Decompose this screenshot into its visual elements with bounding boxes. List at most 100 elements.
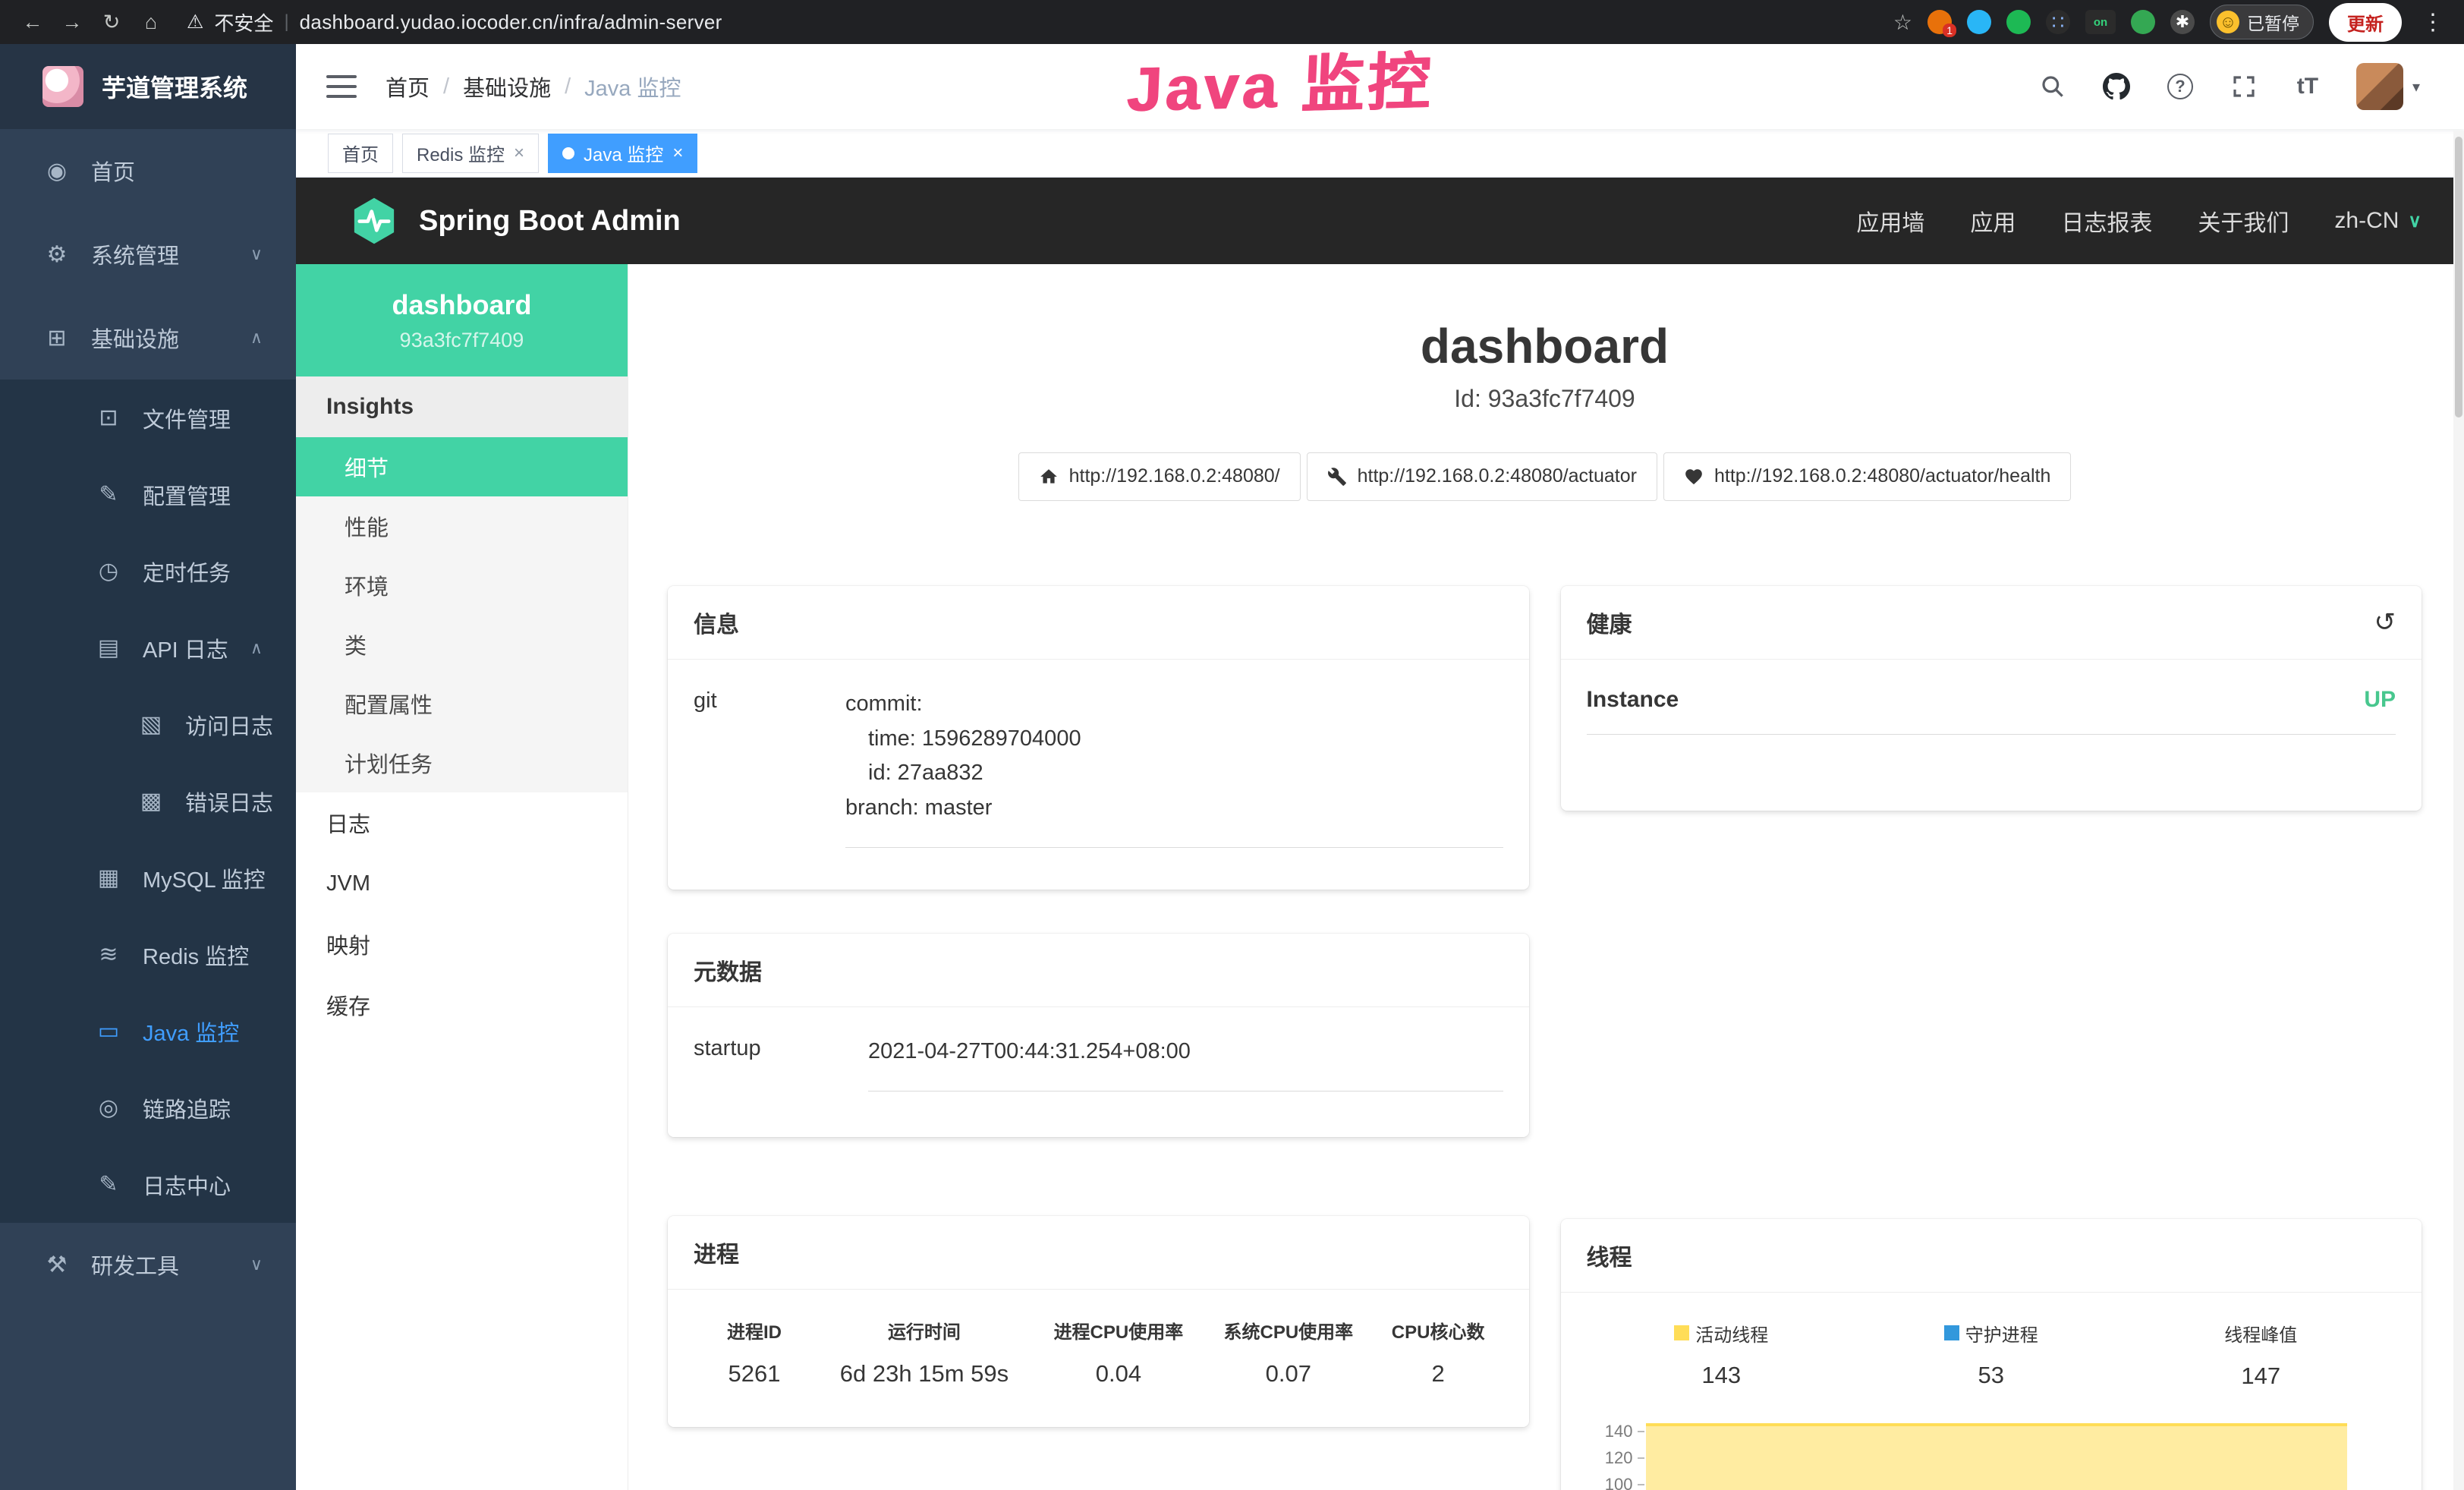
search-icon[interactable] bbox=[2038, 71, 2068, 102]
sidebar-item-redis-monitor[interactable]: ≋ Redis 监控 bbox=[0, 916, 296, 993]
browser-menu-kebab-icon[interactable]: ⋮ bbox=[2417, 9, 2449, 36]
sba-item-scheduled-tasks[interactable]: 计划任务 bbox=[296, 733, 628, 792]
legend-value: 147 bbox=[2126, 1362, 2396, 1390]
file-icon: ⊡ bbox=[94, 405, 123, 431]
user-avatar-menu[interactable]: ▾ bbox=[2356, 63, 2420, 110]
health-instance-row[interactable]: Instance UP bbox=[1587, 687, 2396, 735]
card-title: 元数据 bbox=[694, 953, 762, 987]
sba-body: dashboard 93a3fc7f7409 Insights 细节 性能 环境… bbox=[296, 264, 2464, 1490]
browser-back-button[interactable]: ← bbox=[15, 5, 50, 39]
access-log-icon: ▧ bbox=[137, 711, 165, 738]
scrollbar-thumb[interactable] bbox=[2455, 137, 2462, 417]
sidebar-item-label: 日志中心 bbox=[143, 1169, 231, 1201]
extension-icon-grid[interactable]: ∷ bbox=[2046, 10, 2070, 34]
sba-item-metrics[interactable]: 性能 bbox=[296, 496, 628, 556]
sidebar-item-access-logs[interactable]: ▧ 访问日志 bbox=[0, 686, 296, 763]
fullscreen-icon[interactable] bbox=[2229, 71, 2259, 102]
app-menu: ◉ 首页 ⚙ 系统管理 ∨ ⊞ 基础设施 ∧ ⊡ 文件管理 ✎ 配置管 bbox=[0, 129, 296, 1490]
font-size-icon[interactable]: tT bbox=[2292, 71, 2323, 102]
sidebar-item-system-management[interactable]: ⚙ 系统管理 ∨ bbox=[0, 213, 296, 296]
home-icon bbox=[1039, 467, 1059, 487]
tag-home[interactable]: 首页 bbox=[328, 134, 393, 173]
sidebar-item-log-center[interactable]: ✎ 日志中心 bbox=[0, 1146, 296, 1223]
service-url-link[interactable]: http://192.168.0.2:48080/ bbox=[1018, 452, 1301, 501]
sidebar-item-file-management[interactable]: ⊡ 文件管理 bbox=[0, 380, 296, 456]
live-threads-area-series bbox=[1646, 1423, 2348, 1490]
active-dot bbox=[562, 147, 574, 159]
browser-home-button[interactable]: ⌂ bbox=[134, 5, 168, 39]
spring-boot-admin-logo[interactable] bbox=[349, 196, 399, 246]
sba-nav-applications[interactable]: 应用 bbox=[1970, 204, 2016, 238]
sba-instance-header[interactable]: dashboard 93a3fc7f7409 bbox=[296, 264, 628, 376]
sidebar-item-label: 错误日志 bbox=[185, 786, 273, 817]
legend-live-threads: 活动线程 143 bbox=[1587, 1320, 1857, 1390]
hamburger-icon[interactable] bbox=[326, 75, 357, 98]
sidebar-item-scheduled-tasks[interactable]: ◷ 定时任务 bbox=[0, 533, 296, 610]
sba-item-logs[interactable]: 日志 bbox=[296, 792, 628, 853]
github-icon[interactable] bbox=[2101, 71, 2132, 102]
extension-icon-leaf[interactable] bbox=[2131, 10, 2155, 34]
sidebar-item-label: 链路追踪 bbox=[143, 1092, 231, 1124]
health-card-body: Instance UP bbox=[1561, 660, 2422, 770]
sba-group-insights[interactable]: Insights bbox=[296, 376, 628, 437]
browser-reload-button[interactable]: ↻ bbox=[94, 5, 129, 39]
sba-nav-about[interactable]: 关于我们 bbox=[2198, 204, 2289, 238]
sidebar-item-home[interactable]: ◉ 首页 bbox=[0, 129, 296, 213]
sidebar-item-config-management[interactable]: ✎ 配置管理 bbox=[0, 456, 296, 533]
extension-icon-green-circle[interactable] bbox=[2006, 10, 2031, 34]
tag-java-monitor[interactable]: Java 监控 × bbox=[548, 134, 697, 173]
sidebar-item-label: Redis 监控 bbox=[143, 939, 249, 971]
sidebar-item-api-logs[interactable]: ▤ API 日志 ∧ bbox=[0, 610, 296, 686]
extension-icon-blue-drop[interactable] bbox=[1967, 10, 1991, 34]
sba-locale-select[interactable]: zh-CN ∨ bbox=[2334, 208, 2422, 234]
extension-icon-paw[interactable]: ✱ bbox=[2170, 10, 2195, 34]
browser-forward-button[interactable]: → bbox=[55, 5, 90, 39]
page-scrollbar[interactable] bbox=[2453, 131, 2464, 1490]
bookmark-star-icon[interactable]: ☆ bbox=[1893, 10, 1912, 35]
card-title: 线程 bbox=[1587, 1239, 1632, 1272]
address-bar[interactable]: ⚠ 不安全 | dashboard.yudao.iocoder.cn/infra… bbox=[187, 8, 1889, 36]
metadata-card-body: startup 2021-04-27T00:44:31.254+08:00 bbox=[668, 1007, 1529, 1126]
breadcrumb-infrastructure[interactable]: 基础设施 bbox=[463, 71, 551, 102]
sba-item-jvm[interactable]: JVM bbox=[296, 853, 628, 914]
sidebar-item-link-tracing[interactable]: ◎ 链路追踪 bbox=[0, 1069, 296, 1146]
sba-nav-journal[interactable]: 日志报表 bbox=[2061, 204, 2152, 238]
sba-item-classes[interactable]: 类 bbox=[296, 615, 628, 674]
breadcrumb-home[interactable]: 首页 bbox=[385, 71, 430, 102]
process-card: 进程 进程ID 运行时间 进程CPU使用率 系统CPU使用率 CPU核心数 52… bbox=[668, 1216, 1529, 1427]
history-icon[interactable]: ↺ bbox=[2374, 607, 2396, 638]
sidebar-item-error-logs[interactable]: ▩ 错误日志 bbox=[0, 763, 296, 840]
sba-item-details[interactable]: 细节 bbox=[296, 437, 628, 496]
help-icon[interactable]: ? bbox=[2165, 71, 2195, 102]
sba-nav-wallboard[interactable]: 应用墙 bbox=[1856, 204, 1924, 238]
sba-item-environment[interactable]: 环境 bbox=[296, 556, 628, 615]
tags-bar: 首页 Redis 监控 × Java 监控 × bbox=[296, 129, 2464, 178]
timer-icon: ◷ bbox=[94, 558, 123, 584]
profile-paused-badge[interactable]: ☺ 已暂停 bbox=[2210, 5, 2314, 39]
extension-icon-orange[interactable]: 1 bbox=[1927, 10, 1952, 34]
sidebar-item-label: 研发工具 bbox=[91, 1249, 179, 1281]
sba-brand-title[interactable]: Spring Boot Admin bbox=[419, 205, 681, 238]
app-logo-row[interactable]: 芋道管理系统 bbox=[0, 44, 296, 129]
java-monitor-icon: ▭ bbox=[94, 1018, 123, 1044]
health-url-link[interactable]: http://192.168.0.2:48080/actuator/health bbox=[1663, 452, 2071, 501]
close-icon[interactable]: × bbox=[514, 143, 524, 164]
sba-item-caches[interactable]: 缓存 bbox=[296, 975, 628, 1035]
extension-badge: 1 bbox=[1943, 24, 1956, 37]
sidebar-item-java-monitor[interactable]: ▭ Java 监控 bbox=[0, 993, 296, 1069]
chrome-update-button[interactable]: 更新 bbox=[2329, 3, 2402, 42]
legend-peak-threads: 线程峰值 147 bbox=[2126, 1320, 2396, 1390]
url-text[interactable]: dashboard.yudao.iocoder.cn/infra/admin-s… bbox=[300, 11, 722, 34]
actuator-url-link[interactable]: http://192.168.0.2:48080/actuator bbox=[1307, 452, 1657, 501]
sidebar-item-mysql-monitor[interactable]: ▦ MySQL 监控 bbox=[0, 840, 296, 916]
sba-item-mappings[interactable]: 映射 bbox=[296, 914, 628, 975]
close-icon[interactable]: × bbox=[672, 143, 683, 164]
process-table: 进程ID 运行时间 进程CPU使用率 系统CPU使用率 CPU核心数 5261 … bbox=[694, 1317, 1503, 1388]
mysql-icon: ▦ bbox=[94, 865, 123, 891]
sba-item-config-props[interactable]: 配置属性 bbox=[296, 674, 628, 733]
extension-icon-on-switch[interactable]: on bbox=[2085, 10, 2116, 34]
metadata-row-startup: startup 2021-04-27T00:44:31.254+08:00 bbox=[694, 1035, 1503, 1092]
sidebar-item-infrastructure[interactable]: ⊞ 基础设施 ∧ bbox=[0, 296, 296, 380]
tag-redis-monitor[interactable]: Redis 监控 × bbox=[402, 134, 539, 173]
sidebar-item-dev-tools[interactable]: ⚒ 研发工具 ∨ bbox=[0, 1223, 296, 1306]
